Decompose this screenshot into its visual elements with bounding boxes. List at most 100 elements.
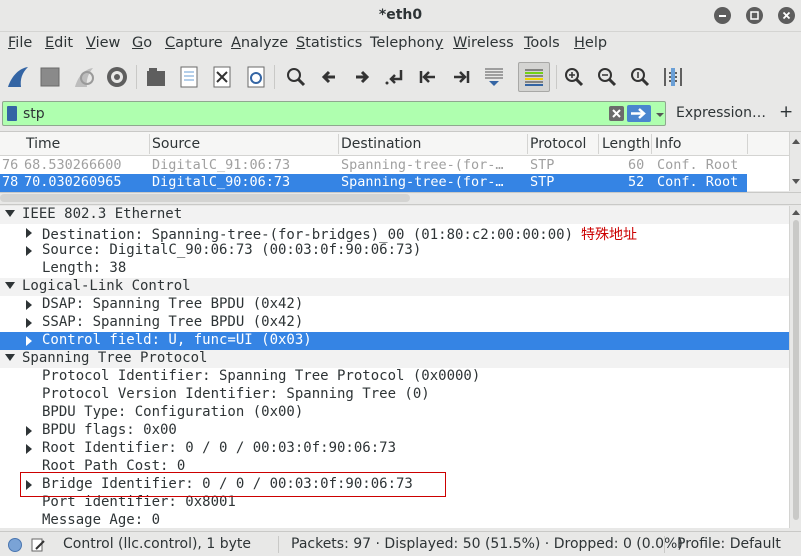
column-header-destination[interactable]: Destination [341,136,421,152]
expander-closed-icon[interactable] [26,228,32,238]
expander-closed-icon[interactable] [26,480,32,490]
column-separator[interactable] [598,134,599,154]
tree-item-label: Protocol Identifier: Spanning Tree Proto… [42,368,481,384]
tree-item-root-path-cost[interactable]: Root Path Cost: 0 [0,458,789,476]
clear-filter-button[interactable] [609,106,624,121]
expander-closed-icon[interactable] [26,300,32,310]
expander-closed-icon[interactable] [26,336,32,346]
column-separator[interactable] [149,134,150,154]
autoscroll-icon[interactable] [481,64,507,90]
expert-info-icon[interactable] [8,538,22,552]
packet-list-scrollbar[interactable] [789,132,801,191]
open-file-icon[interactable] [143,64,169,90]
packet-row[interactable]: 76 68.530266600 DigitalC_91:06:73 Spanni… [0,157,747,175]
add-filter-button[interactable]: + [779,102,793,122]
go-last-icon[interactable] [448,64,474,90]
menu-wireless[interactable]: Wireless [453,35,514,51]
tree-item-bridge-identifier[interactable]: Bridge Identifier: 0 / 0 / 00:03:0f:90:0… [0,476,789,494]
tree-item-dsap[interactable]: DSAP: Spanning Tree BPDU (0x42) [0,296,789,314]
tree-item-port-identifier[interactable]: Port identifier: 0x8001 [0,494,789,512]
shark-fin-start-icon[interactable] [5,64,31,90]
details-scrollbar[interactable] [789,206,801,528]
zoom-out-icon[interactable] [594,64,620,90]
menu-statistics[interactable]: Statistics [296,35,362,51]
restart-capture-icon[interactable] [71,64,97,90]
expander-closed-icon[interactable] [26,444,32,454]
tree-item-ssap[interactable]: SSAP: Spanning Tree BPDU (0x42) [0,314,789,332]
zoom-in-icon[interactable] [561,64,587,90]
column-header-length[interactable]: Length [602,136,650,152]
status-profile[interactable]: Profile: Default [677,536,781,552]
close-file-icon[interactable] [209,64,235,90]
tree-item-protocol-identifier[interactable]: Protocol Identifier: Spanning Tree Proto… [0,368,789,386]
display-filter-field[interactable] [2,101,666,126]
column-header-time[interactable]: Time [26,136,60,152]
maximize-button[interactable] [746,7,763,24]
save-file-icon[interactable] [176,64,202,90]
tree-item-destination[interactable]: Destination: Spanning-tree-(for-bridges)… [0,224,789,243]
filter-history-dropdown[interactable] [655,108,665,118]
expander-open-icon[interactable] [5,354,15,361]
packet-protocol: STP [530,157,555,173]
tree-item-bpdu-flags[interactable]: BPDU flags: 0x00 [0,422,789,440]
colorize-icon[interactable] [518,62,550,92]
tree-section-ethernet[interactable]: IEEE 802.3 Ethernet [0,206,789,224]
edit-comment-icon[interactable] [30,537,46,556]
tree-item-control-field[interactable]: Control field: U, func=UI (0x03) [0,332,789,350]
column-header-protocol[interactable]: Protocol [530,136,586,152]
bookmark-icon[interactable] [7,106,17,121]
menu-help[interactable]: Help [574,35,607,51]
menu-capture[interactable]: Capture [165,35,223,51]
packet-time: 70.030260965 [24,174,122,190]
tree-item-root-identifier[interactable]: Root Identifier: 0 / 0 / 00:03:0f:90:06:… [0,440,789,458]
packet-length: 60 [628,157,645,173]
tree-item-label: SSAP: Spanning Tree BPDU (0x42) [42,314,304,330]
column-separator[interactable] [527,134,528,154]
menu-telephony[interactable]: Telephony [370,35,443,51]
column-separator[interactable] [338,134,339,154]
tree-item-label: Root Path Cost: 0 [42,458,186,474]
expression-button[interactable]: Expression… [676,105,766,121]
tree-item-source[interactable]: Source: DigitalC_90:06:73 (00:03:0f:90:0… [0,242,789,260]
tree-section-llc[interactable]: Logical-Link Control [0,278,789,296]
tree-section-stp[interactable]: Spanning Tree Protocol [0,350,789,368]
expander-closed-icon[interactable] [26,426,32,436]
column-header-source[interactable]: Source [152,136,200,152]
go-first-icon[interactable] [415,64,441,90]
menu-edit[interactable]: Edit [45,35,73,51]
menu-file[interactable]: File [8,35,32,51]
expander-open-icon[interactable] [5,282,15,289]
tree-item-protocol-version[interactable]: Protocol Version Identifier: Spanning Tr… [0,386,789,404]
menu-tools[interactable]: Tools [524,35,560,51]
status-separator [664,536,665,553]
column-separator[interactable] [747,134,748,154]
go-back-icon[interactable] [316,64,342,90]
pane-splitter[interactable] [0,192,801,205]
menu-analyze[interactable]: Analyze [231,35,288,51]
packet-list-hscrollbar[interactable] [0,194,410,202]
go-to-packet-icon[interactable] [382,64,408,90]
close-window-button[interactable] [778,7,795,24]
expander-open-icon[interactable] [5,210,15,217]
find-packet-icon[interactable] [283,64,309,90]
capture-options-icon[interactable] [104,64,130,90]
scroll-arrows-icon [792,210,800,520]
stop-capture-icon[interactable] [37,64,63,90]
apply-filter-button[interactable] [627,105,651,122]
resize-columns-icon[interactable] [660,64,686,90]
reload-file-icon[interactable] [243,64,269,90]
menu-view[interactable]: View [86,35,120,51]
normal-size-icon[interactable] [627,64,653,90]
packet-row-selected[interactable]: 78 70.030260965 DigitalC_90:06:73 Spanni… [0,174,747,192]
tree-item-message-age[interactable]: Message Age: 0 [0,512,789,528]
menu-go[interactable]: Go [132,35,152,51]
minimize-button[interactable] [714,7,731,24]
tree-item-bpdu-type[interactable]: BPDU Type: Configuration (0x00) [0,404,789,422]
tree-item-length[interactable]: Length: 38 [0,260,789,278]
expander-closed-icon[interactable] [26,318,32,328]
display-filter-input[interactable] [23,104,593,123]
column-separator[interactable] [651,134,652,154]
go-forward-icon[interactable] [349,64,375,90]
expander-closed-icon[interactable] [26,246,32,256]
column-header-info[interactable]: Info [655,136,682,152]
